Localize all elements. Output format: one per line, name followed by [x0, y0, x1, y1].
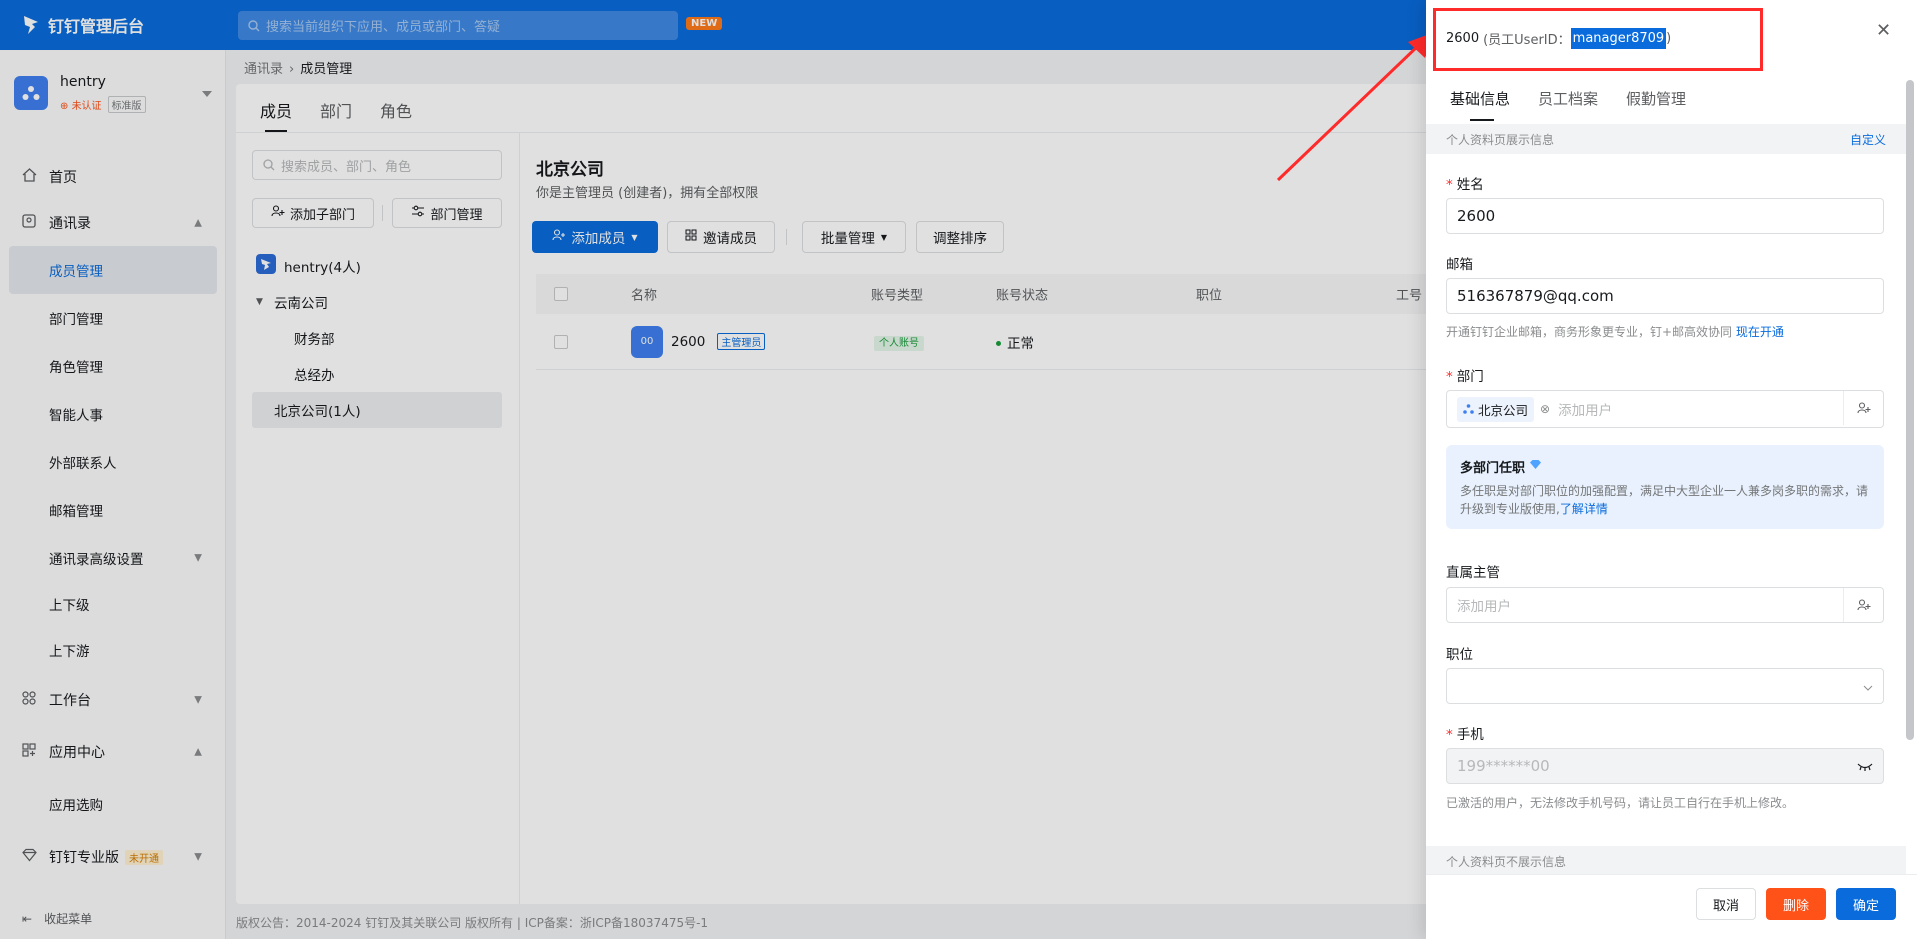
section-title: 个人资料页展示信息: [1446, 132, 1555, 147]
dept-add-placeholder: 添加用户: [1558, 403, 1613, 419]
name-value: 2600: [1457, 207, 1496, 225]
dept-selector[interactable]: 北京公司 ⊗ 添加用户: [1446, 390, 1884, 428]
eye-closed-icon[interactable]: [1857, 757, 1873, 775]
email-help: 开通钉钉企业邮箱，商务形象更专业，钉+邮高效协同 现在开通: [1446, 325, 1784, 339]
manager-selector[interactable]: 添加用户: [1446, 587, 1884, 623]
drawer-mask[interactable]: [0, 0, 1426, 939]
multi-dept-text: 多任职是对部门职位的加强配置，满足中大型企业一人兼多岗多职的需求，请升级到专业版…: [1460, 484, 1869, 516]
add-person-icon[interactable]: [1843, 588, 1883, 622]
tab-employee-file[interactable]: 员工档案: [1538, 88, 1598, 121]
drawer-scrollbar[interactable]: [1906, 80, 1914, 740]
cancel-button[interactable]: 取消: [1696, 888, 1756, 920]
drawer-footer: 取消 删除 确定: [1426, 874, 1917, 939]
drawer-header: 2600 (员工UserID： manager8709 ): [1446, 28, 1671, 49]
position-label: 职位: [1446, 647, 1473, 663]
dept-chip-label: 北京公司: [1478, 402, 1529, 418]
tab-basic-info[interactable]: 基础信息: [1450, 88, 1510, 121]
diamond-icon: [1529, 459, 1542, 474]
remove-chip-icon[interactable]: ⊗: [1540, 402, 1550, 416]
name-input[interactable]: 2600: [1446, 198, 1884, 234]
multi-dept-title: 多部门任职: [1460, 457, 1870, 476]
learn-more-link[interactable]: 了解详情: [1560, 502, 1608, 516]
manager-label: 直属主管: [1446, 565, 1500, 581]
phone-help: 已激活的用户，无法修改手机号码，请让员工自行在手机上修改。: [1446, 796, 1795, 810]
member-detail-drawer: 2600 (员工UserID： manager8709 ) ✕ 基础信息 员工档…: [1426, 0, 1917, 939]
phone-input: 199******00: [1446, 748, 1884, 784]
customize-link[interactable]: 自定义: [1850, 131, 1886, 148]
member-name-title: 2600: [1446, 31, 1480, 46]
email-label: 邮箱: [1446, 257, 1473, 273]
email-value: 516367879@qq.com: [1457, 287, 1614, 305]
email-input[interactable]: 516367879@qq.com: [1446, 278, 1884, 314]
activate-mail-link[interactable]: 现在开通: [1736, 325, 1784, 339]
section-shown-info: 个人资料页展示信息 自定义: [1426, 124, 1906, 154]
name-label: * 姓名: [1446, 177, 1484, 193]
tab-attendance[interactable]: 假勤管理: [1626, 88, 1686, 121]
delete-button[interactable]: 删除: [1766, 888, 1826, 920]
close-icon[interactable]: ✕: [1876, 20, 1891, 41]
dept-label: * 部门: [1446, 369, 1484, 385]
section-title: 个人资料页不展示信息: [1446, 854, 1567, 869]
userid-close: ): [1666, 31, 1672, 46]
chevron-down-icon: [1863, 677, 1873, 695]
position-select[interactable]: [1446, 668, 1884, 704]
drawer-tabs: 基础信息 员工档案 假勤管理: [1450, 88, 1686, 121]
phone-value: 199******00: [1457, 757, 1550, 775]
section-hidden-info: 个人资料页不展示信息: [1426, 846, 1906, 876]
org-tree-icon: [1463, 402, 1474, 417]
confirm-button[interactable]: 确定: [1836, 888, 1896, 920]
multi-dept-info-box: 多部门任职 多任职是对部门职位的加强配置，满足中大型企业一人兼多岗多职的需求，请…: [1446, 445, 1884, 529]
userid-label: (员工UserID：: [1483, 33, 1571, 48]
phone-label: * 手机: [1446, 727, 1484, 743]
dept-chip: 北京公司: [1457, 396, 1535, 422]
manager-placeholder: 添加用户: [1457, 599, 1511, 615]
add-person-icon[interactable]: [1843, 391, 1883, 425]
userid-value[interactable]: manager8709: [1570, 28, 1667, 49]
